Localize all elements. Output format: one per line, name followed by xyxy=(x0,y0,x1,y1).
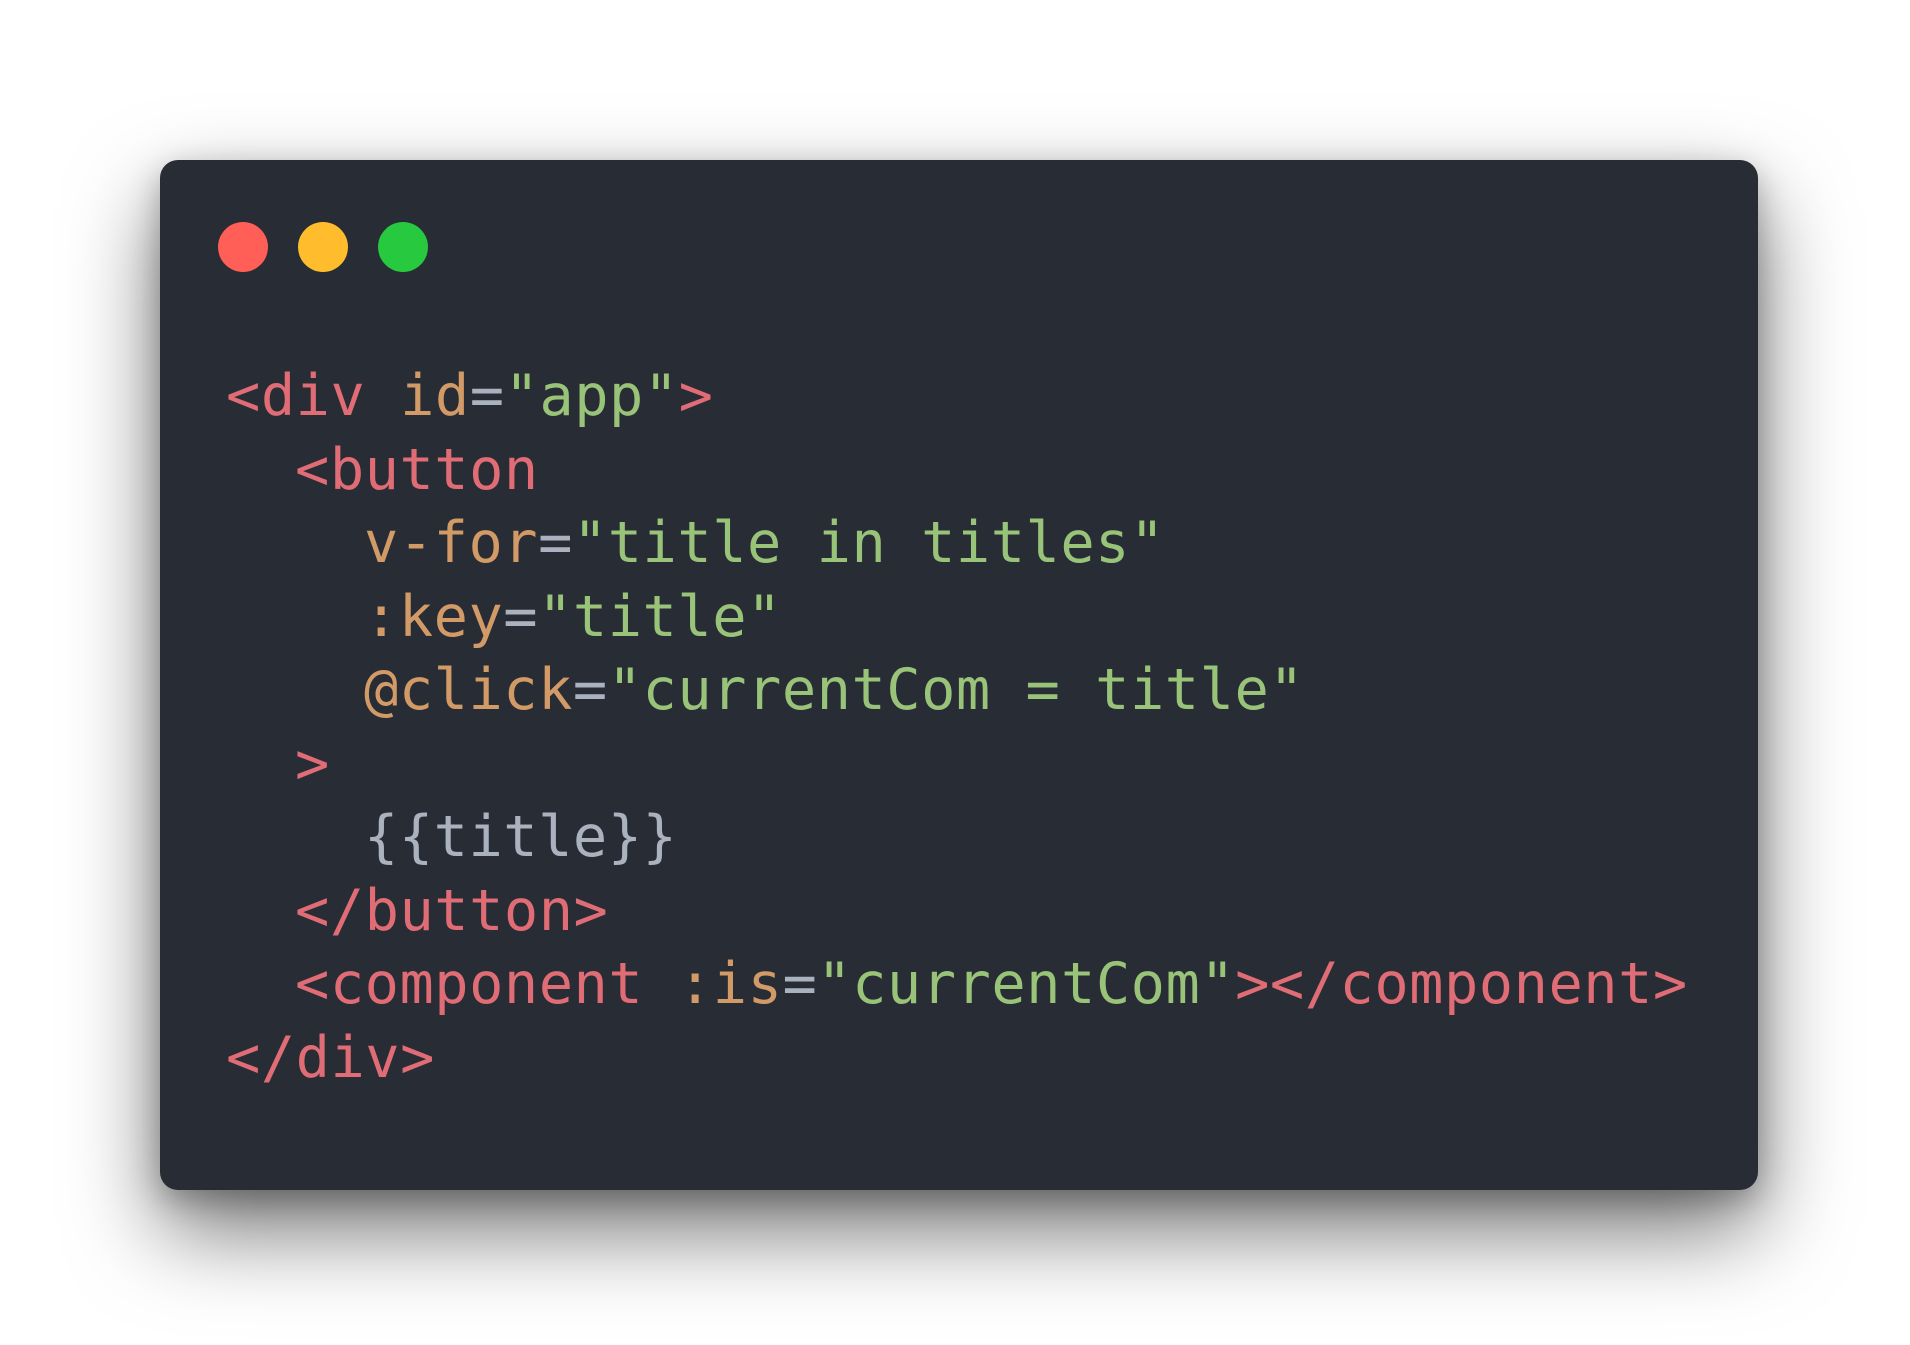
code-line-2: <button xyxy=(226,434,1688,508)
code-window: <div id="app"> <button v-for="title in tit… xyxy=(160,160,1758,1190)
token-string: "app" xyxy=(504,363,679,429)
token-equals: = xyxy=(572,657,608,723)
token-tag: <div xyxy=(226,363,366,429)
token-string: "title in titles" xyxy=(572,510,1165,576)
token-attribute: :key xyxy=(364,583,504,650)
code-line-4: :key="title" xyxy=(226,581,1688,655)
token-tag: ></component> xyxy=(1235,951,1688,1017)
close-window-dot[interactable] xyxy=(218,222,268,272)
code-line-9: <component :is="currentCom"></component> xyxy=(226,948,1688,1022)
window-controls xyxy=(218,222,428,272)
token-equals: = xyxy=(538,510,573,576)
token-tag: > xyxy=(295,730,330,797)
zoom-window-dot[interactable] xyxy=(378,222,428,272)
code-line-6: > xyxy=(226,728,1688,802)
code-line-8: </button> xyxy=(226,875,1688,949)
token-string: "title" xyxy=(538,583,782,650)
token-attribute: @click xyxy=(364,657,573,723)
code-line-7: {{title}} xyxy=(226,801,1688,875)
token-tag: </div> xyxy=(226,1024,435,1091)
token-attribute: v-for xyxy=(364,510,539,576)
code-line-1: <div id="app"> xyxy=(226,360,1688,434)
minimize-window-dot[interactable] xyxy=(298,222,348,272)
token-tag: > xyxy=(678,363,714,429)
token-string: "currentCom" xyxy=(817,951,1236,1017)
code-line-5: @click="currentCom = title" xyxy=(226,654,1688,728)
token-attribute: id xyxy=(365,363,470,429)
token-tag: <button xyxy=(295,436,539,503)
token-tag: <component xyxy=(295,951,644,1017)
token-text: {{title}} xyxy=(364,804,678,870)
code-line-3: v-for="title in titles" xyxy=(226,507,1688,581)
token-equals: = xyxy=(503,583,539,650)
token-equals: = xyxy=(782,951,818,1017)
token-tag: </button> xyxy=(295,877,609,944)
code-block: <div id="app"> <button v-for="title in tit… xyxy=(226,360,1688,1095)
token-string: "currentCom = title" xyxy=(607,657,1305,723)
token-equals: = xyxy=(469,363,505,429)
code-line-10: </div> xyxy=(226,1022,1688,1096)
token-attribute: :is xyxy=(643,951,783,1017)
